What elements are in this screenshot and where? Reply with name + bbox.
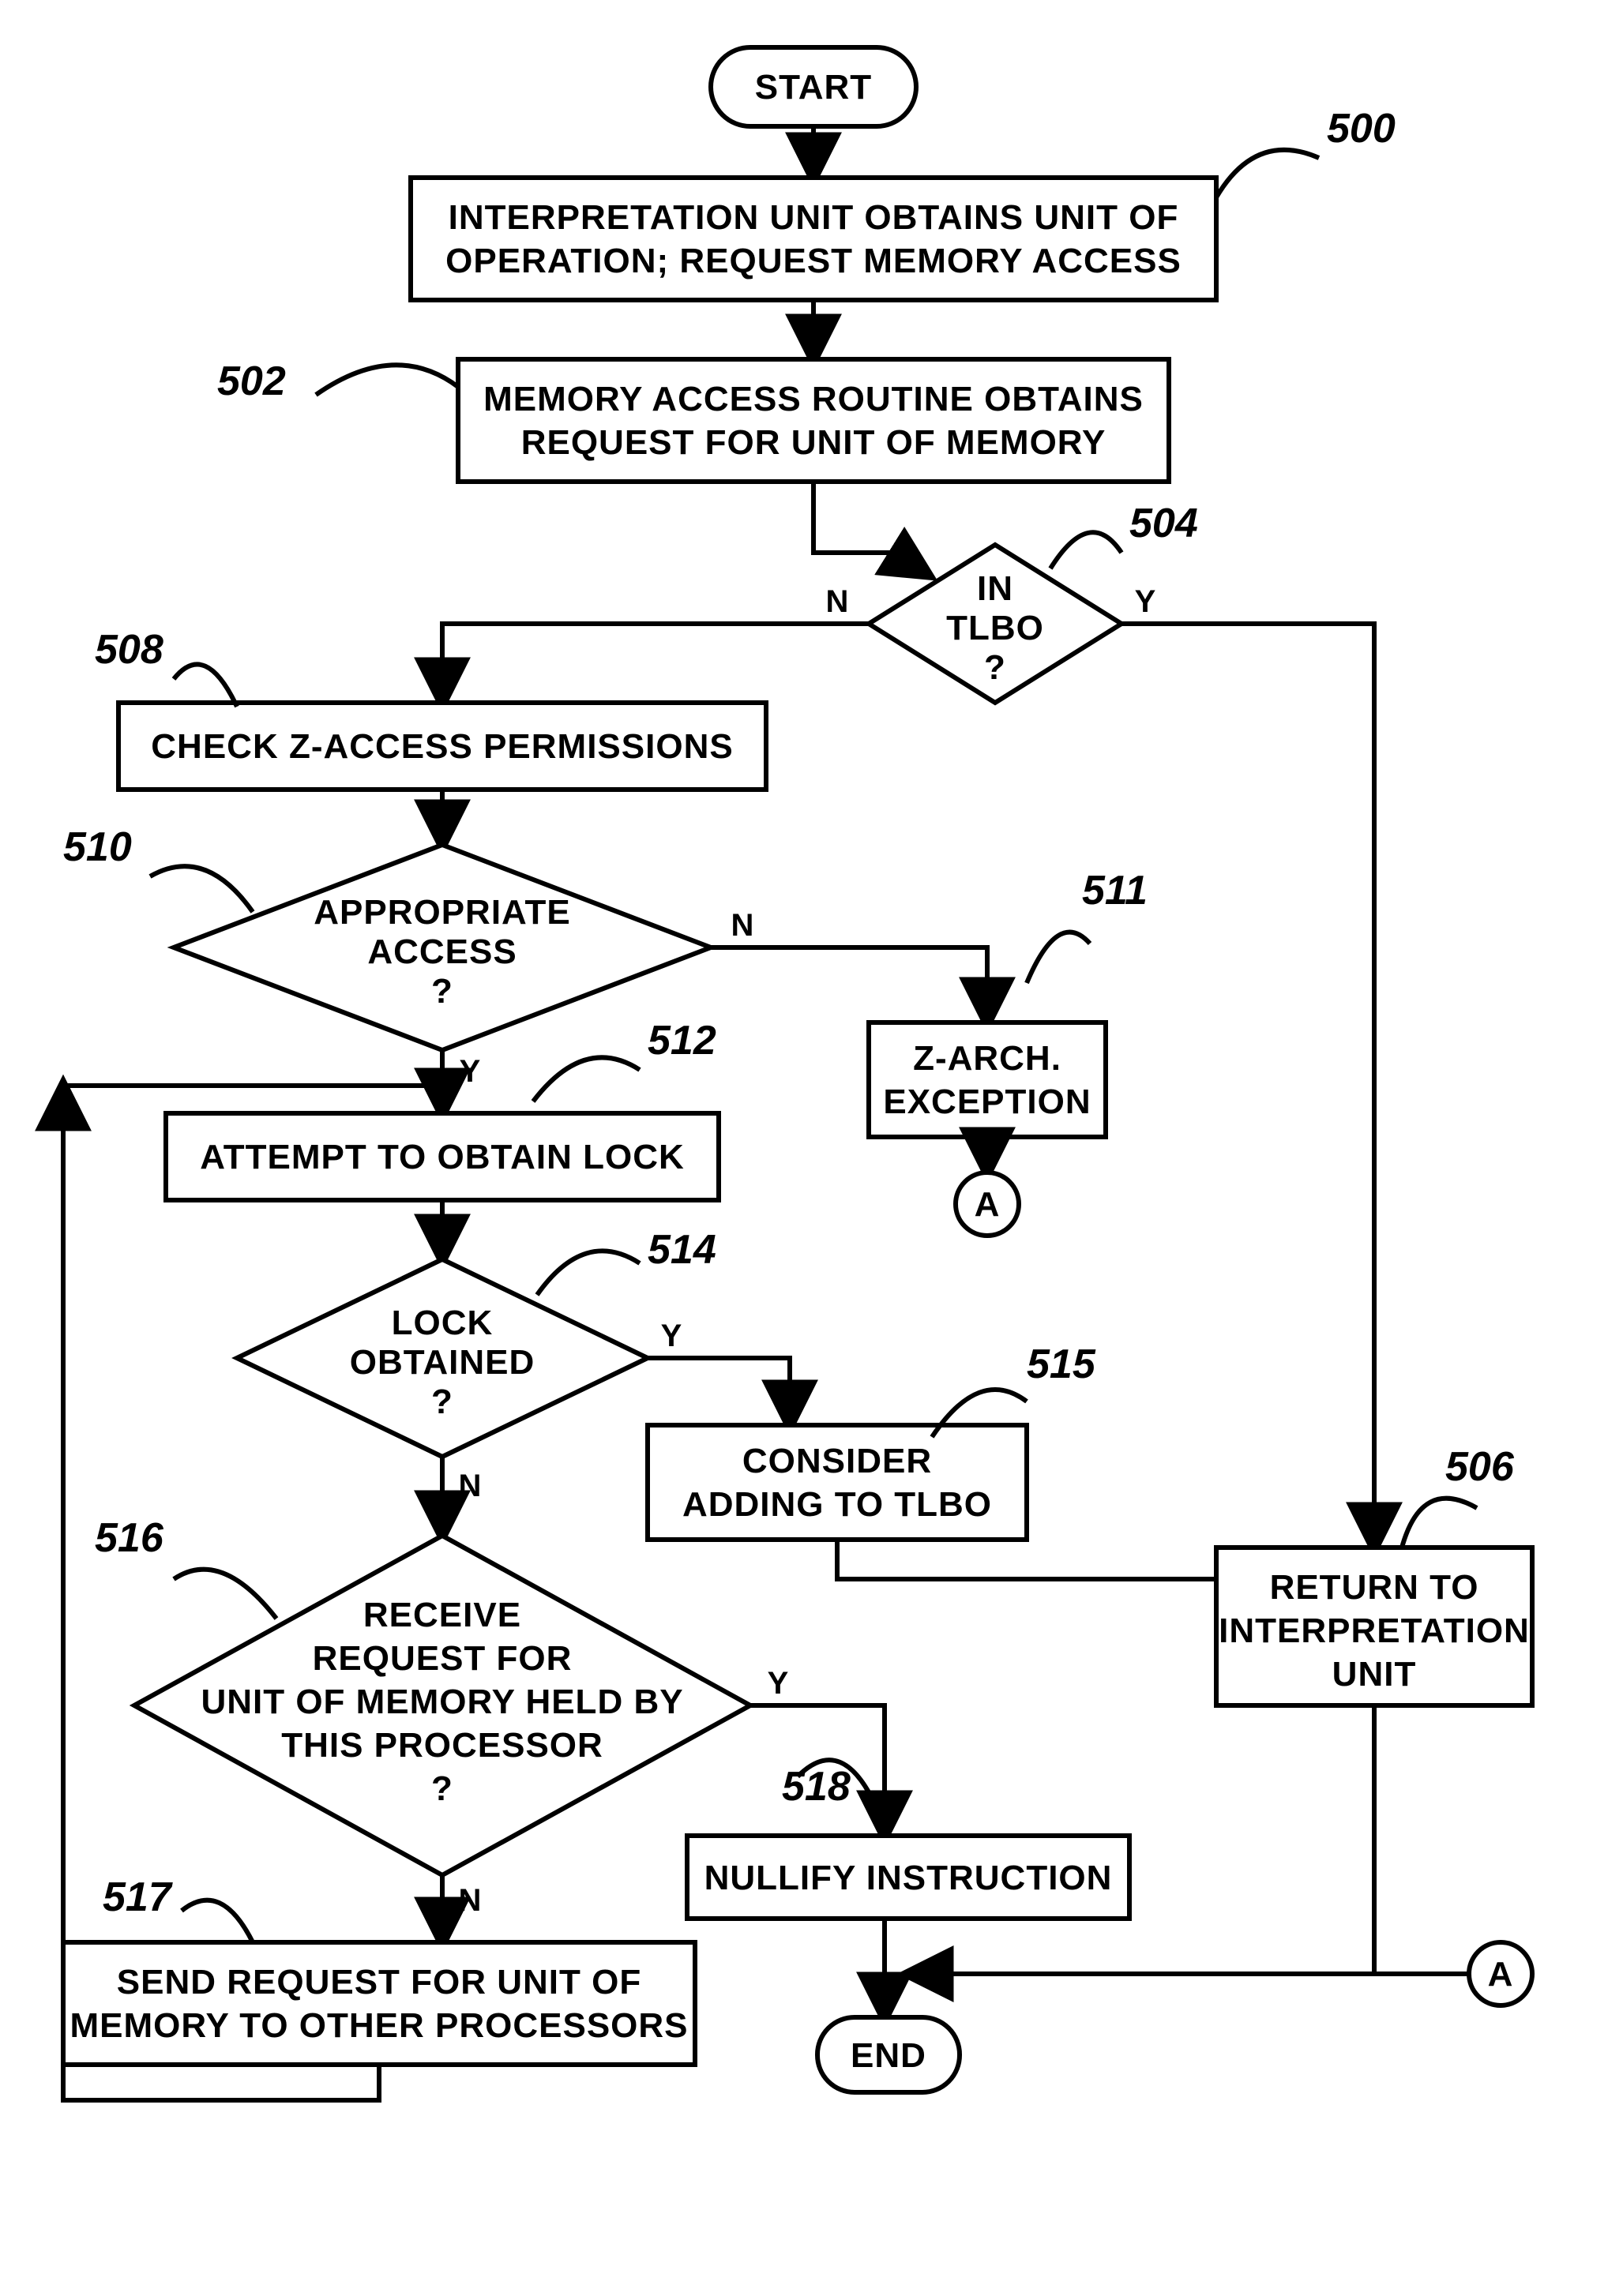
ref-506: 506 [1445, 1444, 1515, 1490]
node-514-l1: LOCK [392, 1304, 494, 1342]
yn-510-y: Y [460, 1054, 481, 1089]
node-500-l1: INTERPRETATION UNIT OBTAINS UNIT OF [449, 198, 1179, 237]
node-506-l2: INTERPRETATION [1219, 1611, 1530, 1650]
edge-502-504 [813, 482, 928, 575]
node-506-l1: RETURN TO [1270, 1568, 1479, 1607]
node-510-l3: ? [431, 972, 453, 1011]
ref-516-squiggle [174, 1570, 276, 1619]
ref-508-squiggle [174, 664, 237, 707]
node-516-l4: THIS PROCESSOR [281, 1726, 603, 1765]
edge-510-511 [711, 947, 987, 1022]
node-502-l1: MEMORY ACCESS ROUTINE OBTAINS [483, 380, 1144, 418]
node-500 [411, 178, 1216, 300]
yn-516-n: N [459, 1883, 482, 1918]
ref-514: 514 [648, 1227, 716, 1273]
yn-504-n: N [826, 584, 849, 619]
yn-516-y: Y [768, 1666, 789, 1701]
node-516-l2: REQUEST FOR [313, 1639, 573, 1678]
end-label: END [851, 2036, 926, 2075]
yn-504-y: Y [1135, 584, 1156, 619]
ref-512-squiggle [533, 1057, 640, 1101]
ref-500-squiggle [1216, 150, 1319, 197]
edge-504-508 [442, 624, 869, 703]
ref-504: 504 [1129, 501, 1198, 546]
node-508-l1: CHECK Z-ACCESS PERMISSIONS [151, 727, 733, 766]
ref-511: 511 [1082, 868, 1148, 914]
ref-512: 512 [648, 1018, 716, 1064]
node-510-l2: ACCESS [367, 932, 517, 971]
ref-500: 500 [1327, 106, 1396, 152]
node-517-l1: SEND REQUEST FOR UNIT OF [117, 1963, 641, 2001]
ref-515: 515 [1027, 1341, 1096, 1387]
node-516-l5: ? [431, 1769, 453, 1808]
yn-514-n: N [459, 1469, 482, 1503]
ref-504-squiggle [1050, 532, 1121, 568]
node-518-l1: NULLIFY INSTRUCTION [704, 1859, 1113, 1897]
ref-502-squiggle [316, 365, 458, 395]
node-506-l3: UNIT [1332, 1655, 1417, 1694]
node-515-l2: ADDING TO TLBO [682, 1485, 992, 1524]
connector-A-top-label: A [975, 1185, 1001, 1224]
node-517 [63, 1942, 695, 2065]
node-502-l2: REQUEST FOR UNIT OF MEMORY [521, 423, 1106, 462]
node-510-l1: APPROPRIATE [314, 893, 571, 932]
ref-510-squiggle [150, 866, 253, 912]
ref-511-squiggle [1027, 932, 1090, 983]
start-label: START [755, 68, 872, 107]
node-516-l1: RECEIVE [363, 1596, 521, 1634]
node-517-l2: MEMORY TO OTHER PROCESSORS [70, 2006, 688, 2045]
yn-514-y: Y [661, 1319, 682, 1353]
ref-502: 502 [217, 358, 286, 404]
ref-516: 516 [95, 1515, 164, 1561]
node-502 [458, 359, 1169, 482]
node-511-l1: Z-ARCH. [913, 1039, 1061, 1078]
flowchart-svg: START INTERPRETATION UNIT OBTAINS UNIT O… [0, 0, 1608, 2296]
ref-514-squiggle [537, 1251, 640, 1295]
ref-517: 517 [103, 1874, 173, 1920]
node-512-l1: ATTEMPT TO OBTAIN LOCK [200, 1138, 685, 1176]
ref-510: 510 [63, 824, 132, 870]
node-504-l2: TLBO [946, 609, 1044, 647]
ref-506-squiggle [1402, 1499, 1477, 1548]
node-514-l2: OBTAINED [350, 1343, 535, 1382]
node-504-l1: IN [977, 569, 1013, 608]
ref-517-squiggle [182, 1900, 253, 1942]
yn-510-n: N [731, 908, 754, 943]
edge-504-506 [1121, 624, 1374, 1548]
node-511-l2: EXCEPTION [883, 1082, 1091, 1121]
node-516-l3: UNIT OF MEMORY HELD BY [201, 1683, 683, 1721]
ref-518: 518 [782, 1764, 851, 1810]
node-515-l1: CONSIDER [742, 1442, 932, 1480]
edge-514-515 [648, 1358, 790, 1425]
connector-A-bottom-label: A [1488, 1955, 1514, 1994]
node-514-l3: ? [431, 1382, 453, 1421]
ref-508: 508 [95, 627, 163, 673]
node-500-l2: OPERATION; REQUEST MEMORY ACCESS [445, 242, 1182, 280]
node-504-l3: ? [984, 648, 1006, 687]
